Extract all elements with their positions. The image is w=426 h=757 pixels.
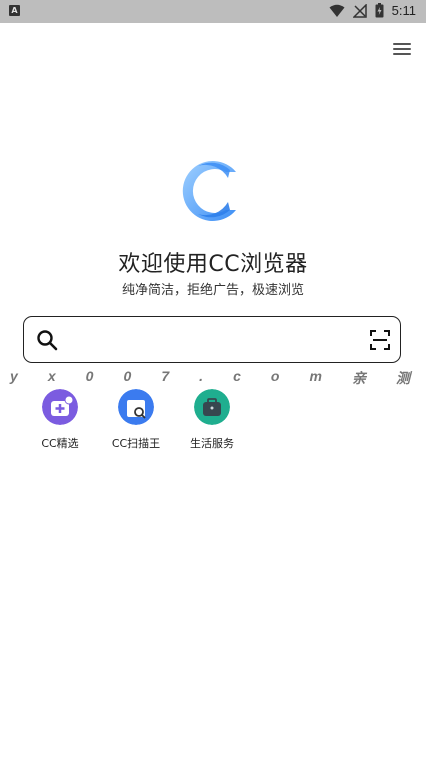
battery-charging-icon: [375, 3, 384, 18]
watermark-char: x: [47, 368, 56, 384]
cc-scanner-icon: [118, 389, 154, 425]
search-input[interactable]: [68, 325, 352, 355]
watermark-char: 测: [396, 370, 410, 386]
shortcut-life-services[interactable]: 生活服务: [172, 389, 252, 451]
watermark-char: m: [309, 368, 322, 384]
cc-featured-icon: [42, 389, 78, 425]
scan-icon[interactable]: [369, 329, 391, 351]
life-services-icon: [194, 389, 230, 425]
wifi-icon: [329, 4, 345, 17]
shortcut-cc-scanner[interactable]: CC扫描王: [96, 389, 176, 451]
search-bar[interactable]: [23, 316, 401, 363]
watermark-char: y: [10, 368, 18, 384]
status-time: 5:11: [391, 3, 416, 18]
shortcut-label: 生活服务: [190, 437, 234, 450]
welcome-title: 欢迎使用CC浏览器: [118, 252, 308, 277]
watermark-char: c: [233, 368, 241, 384]
no-signal-icon: [352, 3, 367, 18]
hamburger-menu-icon[interactable]: [393, 41, 413, 57]
app-notification-icon: A: [9, 5, 20, 16]
cc-browser-logo: [182, 161, 236, 221]
status-icons: 5:11: [329, 3, 416, 18]
watermark-char: .: [199, 368, 204, 384]
welcome-subtitle: 纯净简洁，拒绝广告，极速浏览: [121, 283, 304, 298]
watermark-text: y x 0 0 7. c o m 亲 测: [10, 368, 410, 388]
watermark-char: 亲: [351, 370, 366, 386]
status-bar: A 5:11: [0, 0, 426, 23]
watermark-char: 0: [123, 368, 132, 384]
shortcut-cc-featured[interactable]: CC精选: [20, 389, 100, 451]
shortcut-label: CC精选: [41, 437, 79, 450]
watermark-char: 7: [161, 368, 170, 384]
watermark-char: o: [270, 368, 280, 384]
watermark-char: 0: [85, 368, 94, 384]
search-icon[interactable]: [36, 329, 58, 351]
shortcut-label: CC扫描王: [111, 437, 161, 450]
